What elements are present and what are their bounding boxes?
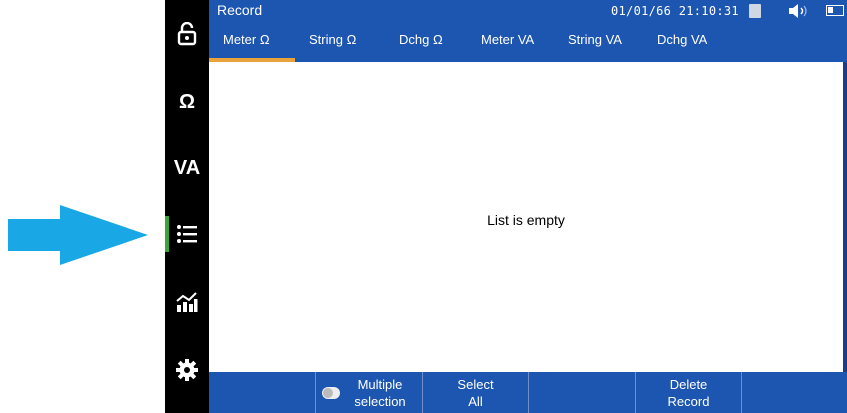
battery-icon <box>826 5 844 16</box>
sidebar-item-chart[interactable] <box>165 282 209 322</box>
select-all-button[interactable]: Select All <box>423 372 528 413</box>
toggle-switch-icon[interactable] <box>322 387 340 399</box>
list-icon <box>177 225 197 243</box>
va-icon: VA <box>173 156 201 179</box>
empty-list-message: List is empty <box>487 212 565 228</box>
footer-toolbar: Multiple selection Select All Delete Rec… <box>209 372 847 413</box>
tab-string-ohm[interactable]: String Ω <box>309 32 356 47</box>
sidebar-item-lock[interactable] <box>165 14 209 54</box>
page-title: Record <box>217 2 263 18</box>
ohm-icon: Ω <box>178 90 196 113</box>
footer-divider <box>741 372 742 413</box>
sd-card-icon <box>749 4 761 18</box>
delete-record-label-line1: Delete <box>669 376 708 392</box>
sidebar-item-ohm[interactable]: Ω <box>165 82 209 122</box>
select-all-label-line1: Select <box>457 376 494 392</box>
scrollbar[interactable] <box>843 62 847 372</box>
chart-icon <box>176 292 198 312</box>
pointer-arrow-icon <box>8 205 148 265</box>
header-bar: Record 01/01/66 21:10:31 Meter Ω String … <box>209 0 847 62</box>
tab-meter-va[interactable]: Meter VA <box>481 32 534 47</box>
datetime-display: 01/01/66 21:10:31 <box>611 4 739 18</box>
delete-record-button[interactable]: Delete Record <box>636 372 741 413</box>
record-list-area: List is empty <box>209 62 843 372</box>
unlock-icon <box>177 22 197 46</box>
tab-dchg-va[interactable]: Dchg VA <box>657 32 707 47</box>
tab-string-va[interactable]: String VA <box>568 32 622 47</box>
gear-icon <box>176 359 198 381</box>
multiple-selection-button[interactable]: Multiple selection <box>316 372 422 413</box>
tab-dchg-ohm[interactable]: Dchg Ω <box>399 32 443 47</box>
device-screen: Ω VA Record 01/01/66 21:10:31 Meter Ω St… <box>165 0 847 413</box>
footer-divider <box>528 372 529 413</box>
multiple-selection-label-line2: selection <box>354 393 406 409</box>
multiple-selection-label-line1: Multiple <box>357 376 403 392</box>
sidebar-item-settings[interactable] <box>165 350 209 390</box>
delete-record-label-line2: Record <box>667 393 710 409</box>
tab-meter-ohm[interactable]: Meter Ω <box>223 32 270 47</box>
sidebar: Ω VA <box>165 0 209 413</box>
sidebar-item-va[interactable]: VA <box>165 148 209 188</box>
tab-bar: Meter Ω String Ω Dchg Ω Meter VA String … <box>209 22 847 62</box>
sidebar-item-record-list[interactable] <box>165 214 209 254</box>
select-all-label-line2: All <box>468 393 483 409</box>
speaker-icon[interactable] <box>787 3 817 19</box>
